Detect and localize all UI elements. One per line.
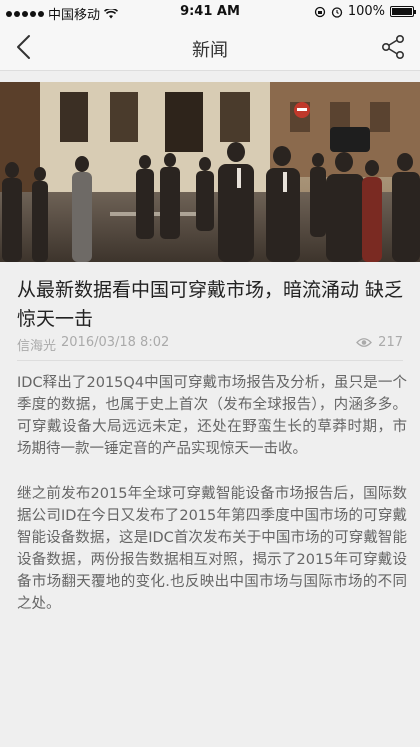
article-date: 2016/03/18 8:02 bbox=[61, 335, 170, 350]
status-right: 100% bbox=[314, 4, 416, 19]
view-count-value: 217 bbox=[378, 335, 403, 350]
article-author: 信海光 bbox=[17, 339, 57, 354]
battery-percent: 100% bbox=[347, 4, 385, 19]
share-icon[interactable] bbox=[380, 34, 406, 60]
article-paragraph: 继之前发布2015年全球可穿戴智能设备市场报告后，国际数据公司ID在今日又发布了… bbox=[17, 486, 407, 612]
article-meta: 信海光 2016/03/18 8:02 217 bbox=[17, 334, 403, 354]
status-bar: 中国移动 9:41 AM 100% bbox=[0, 0, 420, 24]
article-paragraph: IDC释出了2015Q4中国可穿戴市场报告及分析，虽只是一个季度的数据，也属于史… bbox=[17, 375, 407, 457]
meta-divider bbox=[17, 360, 403, 361]
orientation-lock-icon bbox=[314, 6, 325, 17]
article-title: 从最新数据看中国可穿戴市场，暗流涌动 缺乏惊天一击 bbox=[17, 279, 404, 330]
page-title: 新闻 bbox=[192, 40, 228, 61]
nav-bar: 新闻 bbox=[0, 24, 420, 71]
article-hero-image bbox=[0, 82, 420, 262]
view-count: 217 bbox=[356, 335, 403, 350]
eye-icon bbox=[356, 338, 373, 347]
battery-icon bbox=[390, 6, 416, 17]
alarm-icon bbox=[331, 6, 342, 18]
